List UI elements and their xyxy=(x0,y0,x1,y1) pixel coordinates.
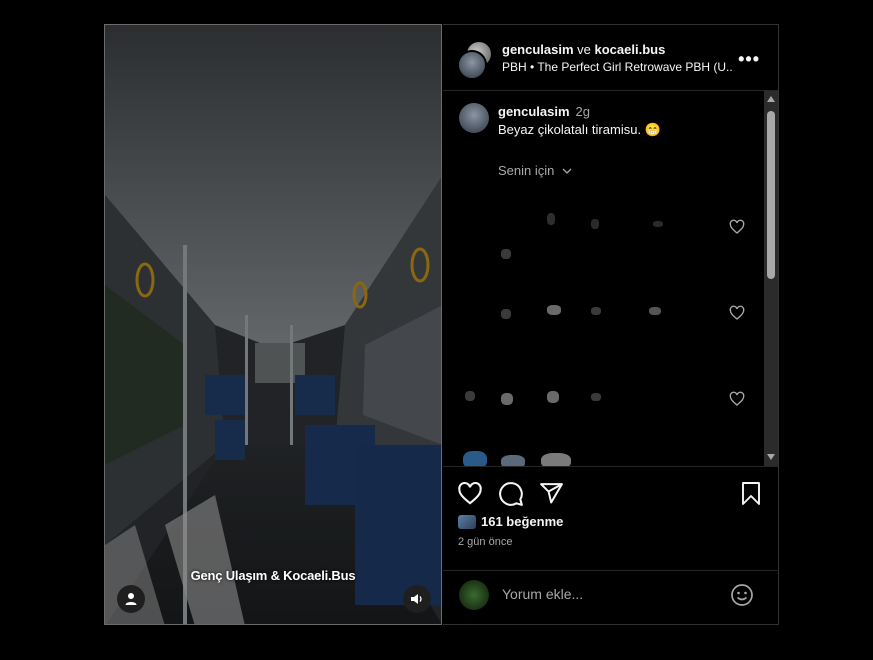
sound-toggle-button[interactable] xyxy=(403,585,431,613)
comment-like-heart-icon[interactable] xyxy=(729,391,745,407)
comment-filter-dropdown[interactable]: Senin için xyxy=(498,163,572,178)
post-date[interactable]: 2 gün önce xyxy=(458,536,512,548)
bookmark-icon[interactable] xyxy=(739,481,763,507)
post-modal: Genç Ulaşım & Kocaeli.Bus genculasim ve xyxy=(104,24,779,625)
emoji-icon[interactable] xyxy=(730,583,754,607)
chevron-down-icon xyxy=(562,168,572,174)
share-icon[interactable] xyxy=(539,481,564,506)
scrollbar-thumb[interactable] xyxy=(767,111,775,279)
likes-count[interactable]: 161 beğenme xyxy=(458,514,563,529)
scroll-down-icon[interactable] xyxy=(767,454,775,460)
post-media-video[interactable]: Genç Ulaşım & Kocaeli.Bus xyxy=(104,24,442,625)
comment-like-heart-icon[interactable] xyxy=(729,219,745,235)
comment-like-heart-icon[interactable] xyxy=(729,305,745,321)
caption-time: 2g xyxy=(575,104,590,119)
avatar-genculasim xyxy=(457,50,487,80)
avatar[interactable] xyxy=(459,103,489,133)
caption-text: Beyaz çikolatalı tiramisu. 😁 xyxy=(498,122,661,137)
comment-filter-label: Senin için xyxy=(498,163,555,178)
comment-input[interactable]: Yorum ekle... xyxy=(502,586,583,602)
bus-interior-image xyxy=(105,25,441,624)
post-header: genculasim ve kocaeli.bus PBH • The Perf… xyxy=(443,25,778,91)
scroll-up-icon[interactable] xyxy=(767,96,775,102)
likes-text: 161 beğenme xyxy=(481,514,564,529)
more-options-icon[interactable]: ••• xyxy=(738,49,760,70)
joiner-text: ve xyxy=(577,42,591,57)
collab-usernames: genculasim ve kocaeli.bus xyxy=(502,42,665,57)
username-link-kocaeli-bus[interactable]: kocaeli.bus xyxy=(595,42,666,57)
heart-icon[interactable] xyxy=(457,481,483,507)
audio-track-link[interactable]: PBH • The Perfect Girl Retrowave PBH (U.… xyxy=(502,60,732,74)
add-comment-bar: Yorum ekle... xyxy=(443,570,778,626)
liker-avatar xyxy=(458,514,476,529)
comments-section: genculasim 2g Beyaz çikolatalı tiramisu. … xyxy=(443,91,778,466)
user-tag-icon xyxy=(125,593,137,605)
current-user-avatar xyxy=(459,580,489,610)
video-caption-overlay: Genç Ulaşım & Kocaeli.Bus xyxy=(190,568,356,583)
comment-icon[interactable] xyxy=(498,481,524,507)
caption-username[interactable]: genculasim xyxy=(498,104,570,119)
comments-scrollbar[interactable] xyxy=(764,91,778,466)
post-side-panel: genculasim ve kocaeli.bus PBH • The Perf… xyxy=(443,24,779,625)
username-link-genculasim[interactable]: genculasim xyxy=(502,42,574,57)
user-tag-button[interactable] xyxy=(117,585,145,613)
speaker-icon xyxy=(411,594,422,604)
caption-header: genculasim 2g xyxy=(498,104,590,119)
collab-avatars[interactable] xyxy=(457,42,491,80)
